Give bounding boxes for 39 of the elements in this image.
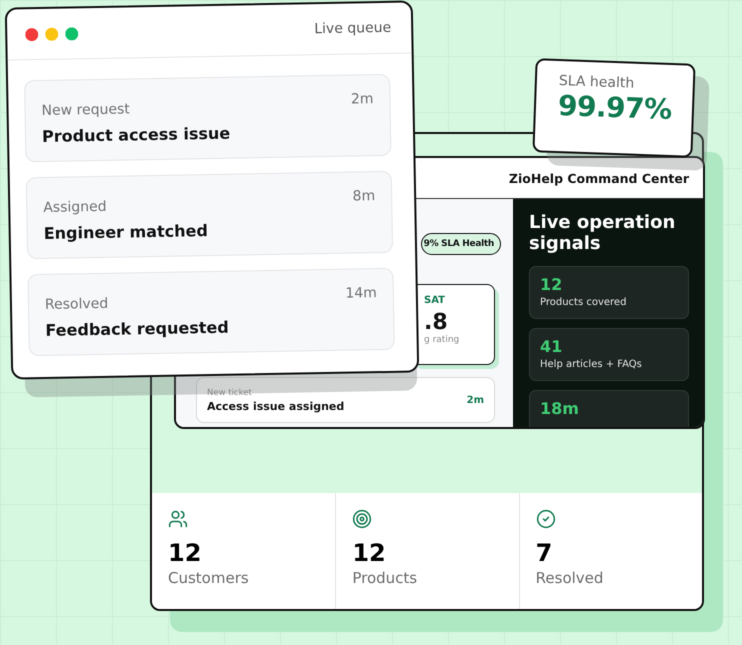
stat-value: 12	[168, 539, 202, 567]
csat-caption: g rating	[424, 335, 460, 345]
queue-status: Assigned	[43, 198, 108, 216]
ticket-title: Access issue assigned	[207, 400, 344, 412]
signal-label: Help articles + FAQs	[540, 359, 643, 370]
maximize-dot-icon	[65, 26, 78, 40]
queue-item[interactable]: Assigned Engineer matched 8m	[26, 170, 394, 260]
csat-value: .8	[424, 310, 449, 335]
sla-health-pill: 9% SLA Health	[420, 233, 501, 255]
stat-value: 12	[352, 539, 387, 567]
queue-title: Feedback requested	[45, 318, 229, 340]
check-circle-icon	[536, 509, 556, 529]
close-dot-icon	[25, 28, 38, 41]
users-icon	[168, 509, 188, 529]
queue-status: New request	[41, 100, 131, 119]
queue-status: Resolved	[44, 294, 110, 313]
queue-age: 14m	[345, 285, 378, 304]
queue-item[interactable]: Resolved Feedback requested 14m	[27, 268, 395, 356]
queue-title: Product access issue	[42, 124, 230, 146]
signals-title: Live operation signals	[529, 213, 676, 254]
signal-label: Products covered	[540, 297, 628, 308]
minimize-dot-icon	[45, 27, 58, 40]
ticket-label: New ticket	[207, 388, 253, 398]
stat-label: Customers	[168, 569, 250, 587]
queue-title: Engineer matched	[44, 221, 208, 243]
target-icon	[352, 509, 372, 529]
ticket-age: 2m	[466, 394, 484, 406]
window-title: Live queue	[314, 20, 392, 38]
queue-age: 2m	[350, 91, 374, 110]
stat-label: Products	[352, 569, 418, 587]
panel-title: ZioHelp Command Center	[508, 170, 689, 186]
signal-value: 18m	[540, 399, 580, 418]
stat-label: Resolved	[536, 569, 604, 587]
signal-value: 41	[540, 337, 564, 356]
stat-value: 7	[536, 539, 554, 567]
queue-item[interactable]: New request Product access issue 2m	[24, 74, 392, 162]
csat-label: SAT	[424, 295, 446, 306]
signal-value: 12	[540, 275, 564, 294]
queue-age: 8m	[352, 188, 376, 207]
